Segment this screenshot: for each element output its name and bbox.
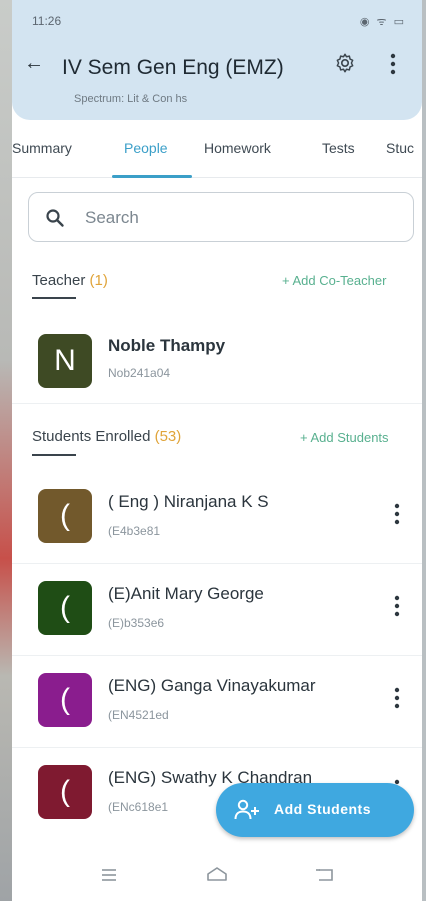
tab-bar: Summary People Homework Tests Stuc	[12, 128, 422, 178]
status-time: 11:26	[32, 14, 62, 28]
tab-homework[interactable]: Homework	[204, 140, 271, 156]
page-subtitle: Spectrum: Lit & Con hs	[74, 93, 188, 105]
avatar: (	[38, 673, 92, 727]
more-vert-icon[interactable]	[388, 52, 398, 76]
add-students-fab[interactable]: Add Students	[216, 783, 414, 837]
search-placeholder: Search	[85, 208, 139, 227]
list-item[interactable]: ( ( Eng ) Niranjana K S (E4b3e81	[12, 472, 422, 564]
teacher-section-underline	[32, 297, 76, 299]
more-vert-icon[interactable]	[392, 594, 402, 618]
students-section-underline	[32, 454, 76, 456]
avatar: N	[38, 334, 92, 388]
student-id: (E)b353e6	[108, 616, 165, 630]
student-id: (E4b3e81	[108, 524, 161, 538]
more-vert-icon[interactable]	[392, 502, 402, 526]
status-icons: ◉ ᯤ ▭	[359, 16, 406, 28]
phone-screen: 11:26 ◉ ᯤ ▭ ← IV Sem Gen Eng (EMZ) Spect…	[12, 0, 422, 901]
back-arrow-icon[interactable]: ←	[24, 52, 44, 75]
student-name: (ENG) Ganga Vinayakumar	[108, 676, 316, 695]
tab-tests[interactable]: Tests	[322, 140, 355, 156]
active-tab-indicator	[112, 175, 192, 178]
back-nav-icon[interactable]	[312, 863, 338, 887]
list-item[interactable]: ( (E)Anit Mary George (E)b353e6	[12, 564, 422, 656]
search-icon	[46, 209, 64, 227]
student-name: (E)Anit Mary George	[108, 584, 264, 603]
teacher-label: Teacher	[32, 272, 86, 289]
gear-icon[interactable]	[334, 52, 356, 74]
students-section-label: Students Enrolled (53)	[32, 428, 181, 445]
home-icon[interactable]	[204, 863, 230, 887]
tab-people[interactable]: People	[124, 140, 168, 156]
teacher-section-label: Teacher (1)	[32, 272, 108, 289]
search-input[interactable]: Search	[28, 192, 414, 242]
student-id: (ENc618e1	[108, 800, 169, 814]
student-id: (EN4521ed	[108, 708, 169, 722]
avatar: (	[38, 489, 92, 543]
teacher-row[interactable]: N Noble Thampy Nob241a04	[12, 318, 422, 404]
system-nav-bar	[12, 851, 422, 901]
fab-label: Add Students	[274, 801, 371, 817]
add-co-teacher-link[interactable]: + Add Co-Teacher	[282, 273, 386, 288]
student-name: ( Eng ) Niranjana K S	[108, 492, 269, 511]
add-students-link[interactable]: + Add Students	[300, 430, 389, 445]
app-bar: 11:26 ◉ ᯤ ▭ ← IV Sem Gen Eng (EMZ) Spect…	[12, 0, 422, 120]
page: 11:26 ◉ ᯤ ▭ ← IV Sem Gen Eng (EMZ) Spect…	[0, 0, 426, 901]
recent-apps-icon[interactable]	[96, 863, 122, 887]
page-title: IV Sem Gen Eng (EMZ)	[62, 56, 284, 79]
add-person-icon	[234, 799, 259, 820]
students-label: Students Enrolled	[32, 428, 151, 445]
tab-students[interactable]: Stuc	[386, 140, 414, 156]
students-count: (53)	[154, 428, 182, 445]
tab-summary[interactable]: Summary	[12, 140, 72, 156]
teacher-name: Noble Thampy	[108, 336, 226, 355]
teacher-count: (1)	[89, 272, 108, 289]
list-item[interactable]: ( (ENG) Ganga Vinayakumar (EN4521ed	[12, 656, 422, 748]
more-vert-icon[interactable]	[392, 686, 402, 710]
avatar: (	[38, 581, 92, 635]
teacher-id: Nob241a04	[108, 366, 171, 380]
avatar: (	[38, 765, 92, 819]
